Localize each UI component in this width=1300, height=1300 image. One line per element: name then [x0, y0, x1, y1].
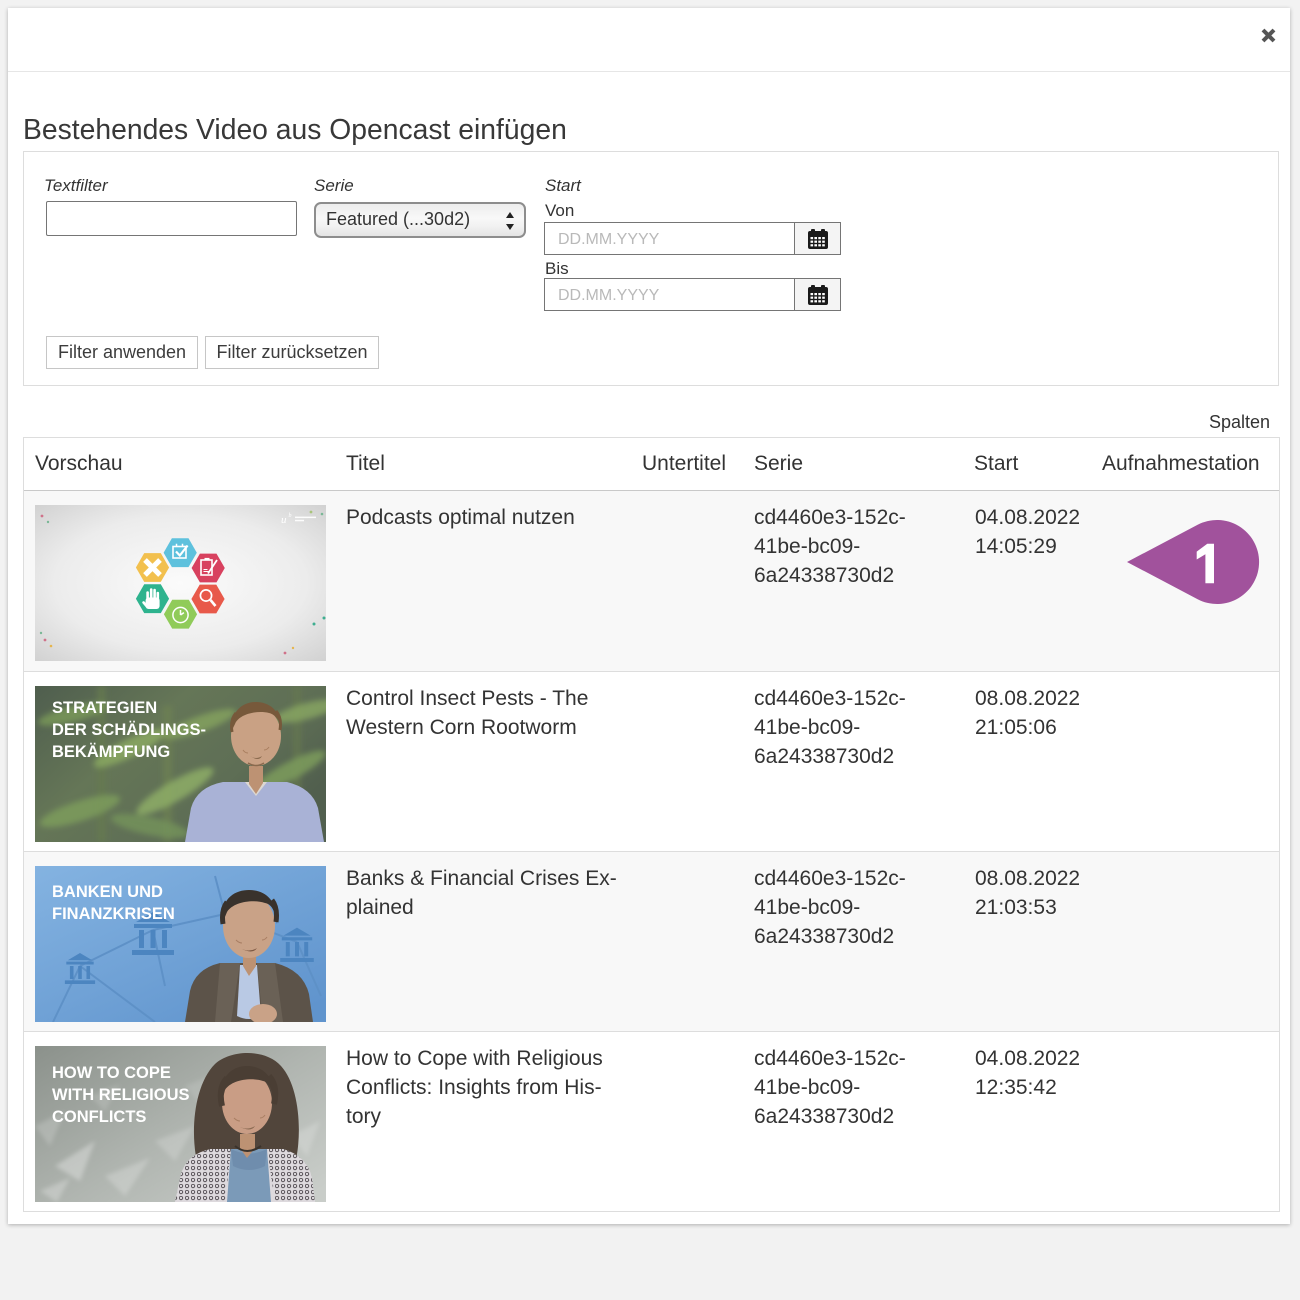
svg-text:BEKÄMPFUNG: BEKÄMPFUNG [52, 743, 170, 761]
svg-text:WITH RELIGIOUS: WITH RELIGIOUS [52, 1086, 190, 1104]
svg-text:b: b [289, 513, 292, 519]
svg-text:CONFLICTS: CONFLICTS [52, 1108, 146, 1126]
svg-text:FINANZKRISEN: FINANZKRISEN [52, 905, 175, 923]
svg-text:HOW TO COPE: HOW TO COPE [52, 1064, 171, 1082]
svg-text:STRATEGIEN: STRATEGIEN [52, 699, 157, 717]
svg-text:DER SCHÄDLINGS-: DER SCHÄDLINGS- [52, 721, 206, 739]
svg-text:BANKEN UND: BANKEN UND [52, 883, 163, 901]
svg-text:u: u [281, 514, 287, 526]
